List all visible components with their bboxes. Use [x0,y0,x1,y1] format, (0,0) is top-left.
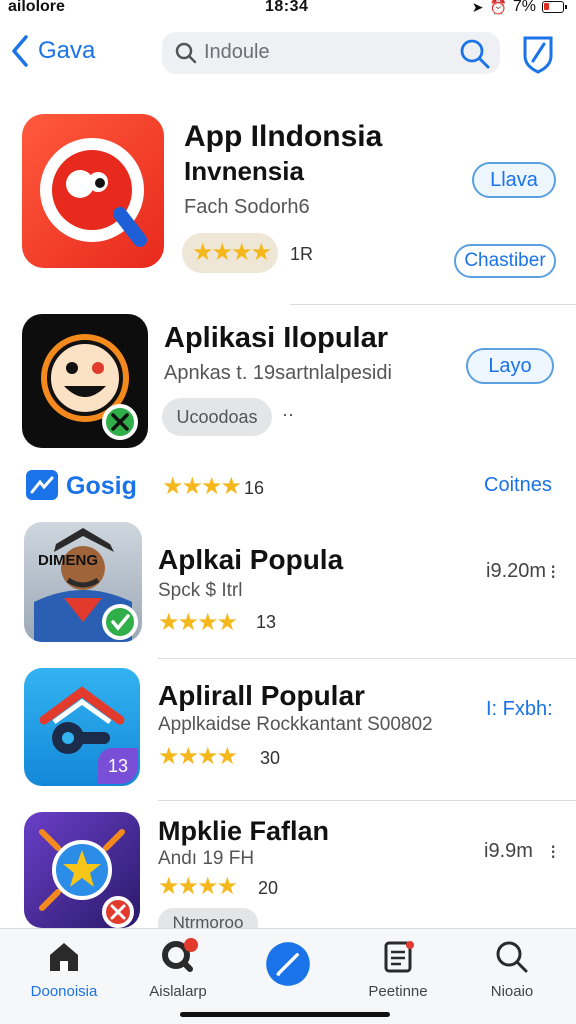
app-4-title: Aplirall Popular [158,680,365,711]
tab-compose[interactable] [238,937,338,993]
back-label: Gava [38,37,96,64]
divider [290,304,576,305]
clock: 18:34 [265,0,309,15]
tab-home[interactable]: Doonoisia [14,937,114,1000]
app-4-badge: 13 [98,748,138,784]
app-2-description: Apnkas t. 19sartnlalpesidi [164,362,392,384]
search-badge-icon [162,938,198,972]
brand-logo-icon [26,470,58,500]
app-3-stars: ★★★★ [158,609,238,636]
divider [158,658,576,659]
document-icon [384,941,414,973]
search-button-icon[interactable] [458,37,492,71]
app-1-get-button[interactable]: Llava [472,162,556,198]
app-row-5[interactable]: Mpklie Faflan Andı 19 FH ★★★★ 20 i9.9m ⁝… [0,808,576,938]
app-row-3[interactable]: DIMENG Aplkai Popula Spck $ Itrl ★★★★ 13… [0,520,576,658]
tab-search-label: Aislalarp [149,983,207,1000]
app-4-side-label: I: Fxbh: [486,698,553,720]
carrier-label: ailolore [8,0,65,15]
battery-percent: 7% [512,0,536,15]
app-5-size: i9.9m [484,840,533,862]
app-3-more-icon[interactable]: ⁝ [550,560,556,585]
app-2-title: Aplikasi Ilopular [164,322,388,354]
app-5-rating-count: 20 [258,878,279,898]
tab-home-label: Doonoisia [30,983,98,1000]
battery-icon [542,1,567,13]
app-5-title: Mpklie Faflan [158,816,330,846]
home-icon [50,943,78,971]
back-button[interactable]: Gava [10,34,95,68]
tab-search[interactable]: Aislalarp [128,937,228,1000]
app-1-title: App Ilndonsia [184,120,383,153]
app-5-description: Andı 19 FH [158,848,255,869]
star-logo-icon [39,829,134,928]
app-3-title: Aplkai Popula [158,544,344,575]
app-icon-5[interactable] [24,812,140,928]
brand-link[interactable]: Coitnes [484,474,552,497]
magnifier-icon [496,941,528,973]
brand-rating-count: 16 [244,478,265,498]
brand-row: Gosig ★★★★ 16 Coitnes [0,466,576,506]
app-4-rating-count: 30 [260,748,281,768]
app-1-description: Fach Sodorh6 [184,196,310,218]
app-4-description: Applkaidse Rockkantant S00802 [158,714,433,735]
brand-stars: ★★★★ [162,473,242,500]
app-3-description: Spck $ Itrl [158,580,243,601]
shield-icon[interactable] [520,34,556,74]
app-1-subtitle: Invnensia [184,156,304,186]
location-icon: ➤ [471,0,484,15]
status-bar: ailolore 18:34 ➤ ⏰ 7% [0,0,576,20]
tab-notes[interactable]: Peetinne [348,937,448,1000]
status-right: ➤ ⏰ 7% [471,0,567,16]
tab-notes-label: Peetinne [368,983,428,1000]
eye-logo-icon [40,138,147,247]
search-input[interactable]: Indoule [162,32,500,74]
app-2-tag-pill[interactable]: Ucoodoas [162,398,272,436]
chevron-left-icon [12,35,28,67]
app-5-stars: ★★★★ [158,873,238,900]
brand-name[interactable]: Gosig [66,472,137,501]
app-icon-1[interactable] [22,114,164,268]
nav-bar: Gava Indoule [0,28,576,78]
tab-explore-label: Nioaio [490,983,534,1000]
app-5-more-icon[interactable]: ⁝ [550,840,556,865]
character-logo-icon [34,528,138,642]
app-3-size: i9.20m [486,560,547,582]
tab-bar: Doonoisia Aislalarp Peetinne Nioaio [0,928,576,1024]
app-row-1[interactable]: App Ilndonsia Invnensia Fach Sodorh6 ★★★… [0,112,576,302]
home-indicator [180,1012,390,1017]
app-1-stars: ★★★★ [192,239,272,266]
app-icon-2[interactable] [22,314,148,448]
app-row-4[interactable]: 13 Aplirall Popular Applkaidse Rockkanta… [0,666,576,800]
smiley-logo-icon [41,334,138,440]
divider [158,800,576,801]
app-1-secondary-button[interactable]: Chastiber [454,244,556,278]
tab-explore[interactable]: Nioaio [462,937,562,1000]
search-icon [175,42,197,64]
app-2-get-button[interactable]: Layo [466,348,554,384]
app-2-dots: ·· [282,404,294,424]
app-4-stars: ★★★★ [158,743,238,770]
app-icon-4[interactable]: 13 [24,668,140,786]
search-text: Indoule [204,41,270,63]
app-3-rating-count: 13 [256,612,277,632]
app-3-icon-text: DIMENG [38,552,98,569]
app-1-rating-count: 1R [290,244,314,264]
alarm-icon: ⏰ [489,0,507,15]
app-icon-3[interactable]: DIMENG [24,522,142,642]
app-row-2[interactable]: Aplikasi Ilopular Apnkas t. 19sartnlalpe… [0,312,576,462]
compose-circle-icon [266,942,310,986]
